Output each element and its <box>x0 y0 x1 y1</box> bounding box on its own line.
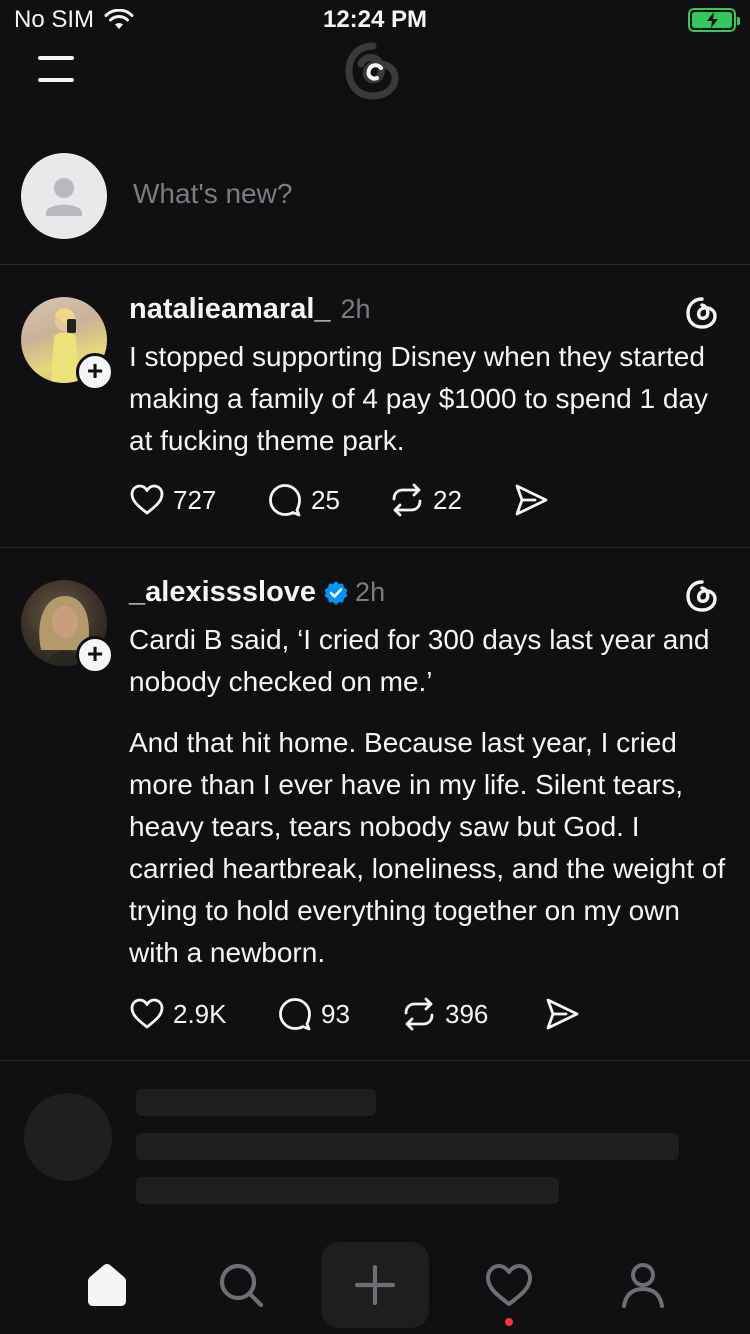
divider <box>0 264 750 265</box>
post-time: 2h <box>340 294 371 324</box>
post-username[interactable]: natalieamaral_ <box>129 293 331 326</box>
follow-plus-button[interactable]: + <box>76 636 114 674</box>
repost-count: 22 <box>433 484 462 515</box>
loading-skeleton-line <box>136 1177 559 1204</box>
repost-count: 396 <box>445 998 489 1029</box>
post-body: I stopped supporting Disney when they st… <box>129 336 729 462</box>
comment-icon <box>269 484 301 517</box>
threads-icon[interactable] <box>685 579 719 613</box>
threads-logo-icon[interactable] <box>343 40 403 102</box>
repost-button[interactable]: 396 <box>401 996 544 1032</box>
reply-button[interactable]: 25 <box>267 482 389 518</box>
send-icon <box>515 484 548 516</box>
post-username[interactable]: _alexissslove <box>129 576 316 609</box>
post-paragraph: And that hit home. Because last year, I … <box>129 727 726 968</box>
follow-plus-button[interactable]: + <box>76 353 114 391</box>
like-button[interactable]: 727 <box>129 482 267 518</box>
notification-dot <box>505 1318 513 1326</box>
divider <box>0 1060 750 1061</box>
heart-icon <box>130 998 164 1029</box>
post-actions: 727 25 22 <box>129 482 549 518</box>
repost-icon <box>392 483 422 517</box>
search-icon <box>219 1263 264 1308</box>
share-button[interactable] <box>513 482 549 518</box>
profile-icon <box>622 1263 664 1308</box>
reply-count: 25 <box>311 484 340 515</box>
divider <box>0 547 750 548</box>
like-button[interactable]: 2.9K <box>129 996 277 1032</box>
tab-profile[interactable] <box>613 1255 673 1315</box>
verified-badge-icon <box>324 580 348 605</box>
status-time: 12:24 PM <box>322 6 428 33</box>
post-header: natalieamaral_ 2h <box>129 293 371 326</box>
heart-icon <box>486 1264 532 1306</box>
person-icon <box>46 178 82 216</box>
send-icon <box>546 998 579 1030</box>
loading-skeleton-line <box>136 1089 376 1116</box>
repost-icon <box>404 997 434 1031</box>
battery-charging-icon <box>688 8 740 32</box>
threads-icon[interactable] <box>685 296 719 330</box>
post-actions: 2.9K 93 396 <box>129 996 580 1032</box>
like-count: 2.9K <box>173 998 227 1029</box>
compose-input[interactable] <box>133 178 693 210</box>
post-paragraph: Cardi B said, ‘I cried for 300 days last… <box>129 624 710 697</box>
tab-search[interactable] <box>211 1255 271 1315</box>
post-time: 2h <box>355 577 386 607</box>
post-paragraph: I stopped supporting Disney when they st… <box>129 341 709 456</box>
tab-activity[interactable] <box>479 1255 539 1315</box>
loading-skeleton-line <box>136 1133 679 1160</box>
user-avatar[interactable] <box>21 153 107 239</box>
reply-count: 93 <box>321 998 350 1029</box>
tab-home[interactable] <box>77 1255 137 1315</box>
home-icon <box>88 1263 126 1306</box>
new-thread-button[interactable] <box>321 1242 429 1328</box>
comment-icon <box>279 998 311 1031</box>
like-count: 727 <box>173 484 217 515</box>
plus-icon <box>354 1264 396 1306</box>
repost-button[interactable]: 22 <box>389 482 513 518</box>
post-body: Cardi B said, ‘I cried for 300 days last… <box>129 619 729 974</box>
reply-button[interactable]: 93 <box>277 996 401 1032</box>
share-button[interactable] <box>544 996 580 1032</box>
heart-icon <box>130 484 164 515</box>
menu-icon[interactable] <box>38 54 74 84</box>
post-header: _alexissslove 2h <box>129 576 385 609</box>
loading-skeleton-avatar <box>24 1093 112 1181</box>
